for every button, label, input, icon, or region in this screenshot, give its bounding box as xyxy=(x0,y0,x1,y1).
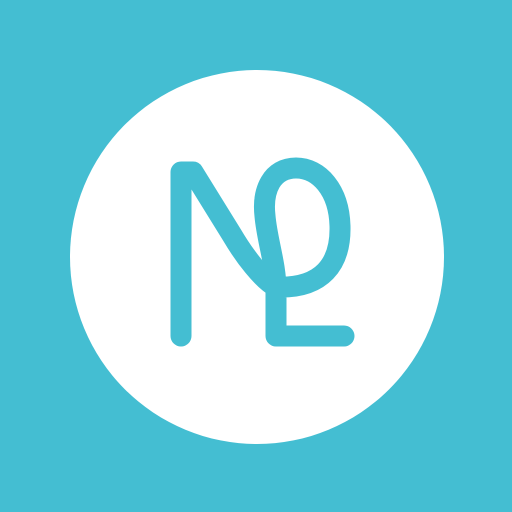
app-icon-background xyxy=(0,0,512,512)
monogram-nl-logo-icon xyxy=(70,70,444,444)
